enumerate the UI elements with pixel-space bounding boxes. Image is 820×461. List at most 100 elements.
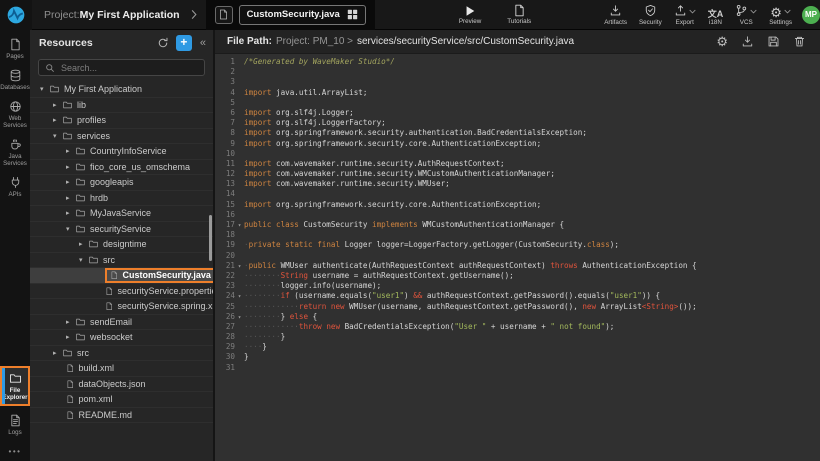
- tree-item-myjavaservice[interactable]: ▸ MyJavaService: [30, 206, 213, 222]
- arrow-expanded-icon[interactable]: ▾: [79, 256, 88, 264]
- arrow-collapsed-icon[interactable]: ▸: [66, 178, 75, 186]
- tree-item-src[interactable]: ▸src: [30, 346, 213, 362]
- code-token: org.springframework.security.core.Authen…: [271, 139, 541, 148]
- tree-item-securityservice[interactable]: ▾securityService: [30, 222, 213, 238]
- tree-item-websocket[interactable]: ▸websocket: [30, 330, 213, 346]
- arrow-collapsed-icon[interactable]: ▸: [53, 116, 62, 124]
- tree-item-label: MyJavaService: [90, 208, 151, 218]
- resources-scrollbar[interactable]: [209, 215, 212, 261]
- fold-marker-icon[interactable]: ▾: [235, 292, 244, 302]
- arrow-collapsed-icon[interactable]: ▸: [66, 318, 75, 326]
- grid-icon[interactable]: [347, 9, 358, 20]
- code-line: 24▾········if (username.equals("user1") …: [218, 291, 820, 301]
- trash-icon[interactable]: [793, 35, 806, 48]
- topbar-action-artifacts[interactable]: Artifacts: [604, 4, 627, 26]
- tree-item-readme-md[interactable]: README.md: [30, 408, 213, 424]
- arrow-collapsed-icon[interactable]: ▸: [66, 333, 75, 341]
- code-line: 2: [218, 67, 820, 77]
- shield-icon: [644, 4, 657, 17]
- sidebar-item-java-services[interactable]: Java Services: [0, 134, 30, 170]
- arrow-collapsed-icon[interactable]: ▸: [66, 163, 75, 171]
- topbar-action-settings[interactable]: ⚙Settings: [769, 4, 792, 26]
- arrow-expanded-icon[interactable]: ▾: [66, 225, 75, 233]
- arrow-collapsed-icon[interactable]: ▸: [79, 240, 88, 248]
- topbar-action-vcs[interactable]: VCS: [735, 4, 757, 26]
- code-token: "User ": [454, 322, 486, 331]
- topbar-action-i18n[interactable]: 文Ai18N: [708, 4, 724, 26]
- tree-item-build-xml[interactable]: build.xml: [30, 361, 213, 377]
- preview-button[interactable]: Preview: [459, 5, 481, 25]
- tree-item-designtime[interactable]: ▸designtime: [30, 237, 213, 253]
- line-number: 9: [218, 139, 235, 149]
- more-menu-button[interactable]: •••: [0, 441, 30, 461]
- top-bar: Project:My First Application CustomSecur…: [0, 0, 820, 30]
- apis-label: APIs: [8, 191, 21, 198]
- coffee-icon: [9, 138, 22, 151]
- export-label: Export: [676, 19, 694, 26]
- rail-top-group: PagesDatabasesWeb ServicesJava Services A…: [0, 34, 30, 203]
- tutorials-button[interactable]: Tutorials: [507, 4, 531, 25]
- arrow-collapsed-icon[interactable]: ▸: [53, 349, 62, 357]
- collapse-panel-icon[interactable]: «: [199, 37, 207, 49]
- user-avatar[interactable]: MP: [802, 6, 820, 24]
- code-line: 25 ············return new WMUser(usernam…: [218, 302, 820, 312]
- code-token: AuthenticationException {: [578, 261, 697, 270]
- code-text: ····}: [244, 342, 267, 351]
- tree-item-content: fico_core_us_omschema: [75, 162, 190, 172]
- save-icon[interactable]: [767, 35, 780, 48]
- play-icon: [464, 5, 476, 17]
- arrow-expanded-icon[interactable]: ▾: [40, 85, 49, 93]
- tree-item-src[interactable]: ▾src: [30, 253, 213, 269]
- gear-icon[interactable]: ⚙: [716, 35, 728, 48]
- tree-item-content: securityService.properties: [105, 286, 213, 297]
- tab-customsecurity-java[interactable]: CustomSecurity.java: [239, 5, 366, 25]
- import-icon[interactable]: [741, 35, 754, 48]
- tree-item-customsecurity-java[interactable]: CustomSecurity.java: [30, 268, 213, 284]
- code-line: 30 }: [218, 352, 820, 362]
- refresh-icon[interactable]: [157, 37, 169, 49]
- arrow-collapsed-icon[interactable]: ▸: [53, 101, 62, 109]
- indent-whitespace: ············: [244, 322, 299, 331]
- tree-item-hrdb[interactable]: ▸hrdb: [30, 191, 213, 207]
- arrow-expanded-icon[interactable]: ▾: [53, 132, 62, 140]
- code-text: }: [244, 352, 249, 361]
- sidebar-item-databases[interactable]: Databases: [0, 65, 30, 94]
- sidebar-item-pages[interactable]: Pages: [0, 34, 30, 63]
- code-area[interactable]: 1 /*Generated by WaveMaker Studio*/2 3 4…: [215, 54, 820, 461]
- sidebar-item-web-services[interactable]: Web Services: [0, 96, 30, 132]
- sidebar-item-logs[interactable]: Logs: [0, 410, 30, 439]
- sidebar-item-apis[interactable]: APIs: [0, 172, 30, 201]
- project-name[interactable]: My First Application: [80, 9, 180, 21]
- line-number: 15: [218, 200, 235, 210]
- tree-item-content: README.md: [66, 410, 132, 421]
- tree-item-my-first-application[interactable]: ▾My First Application: [30, 82, 213, 98]
- tree-item-googleapis[interactable]: ▸googleapis: [30, 175, 213, 191]
- tree-item-fico-core-us-omschema[interactable]: ▸fico_core_us_omschema: [30, 160, 213, 176]
- add-resource-button[interactable]: +: [176, 35, 192, 51]
- tree-item-lib[interactable]: ▸lib: [30, 98, 213, 114]
- plug-icon: [9, 176, 22, 189]
- file-tab-icon[interactable]: [215, 6, 233, 24]
- arrow-collapsed-icon[interactable]: ▸: [66, 209, 75, 217]
- folder-tree-icon: [88, 255, 99, 265]
- arrow-collapsed-icon[interactable]: ▸: [66, 194, 75, 202]
- tree-item-pom-xml[interactable]: pom.xml: [30, 392, 213, 408]
- code-text: ·private static final Logger logger=Logg…: [244, 240, 619, 249]
- code-token: logger.info(username);: [281, 281, 382, 290]
- folder-tree-icon: [62, 115, 73, 125]
- topbar-action-export[interactable]: Export: [674, 4, 696, 26]
- tree-item-securityservice-spring-xml[interactable]: securityService.spring.xml: [30, 299, 213, 315]
- tree-item-securityservice-properties[interactable]: securityService.properties: [30, 284, 213, 300]
- search-input[interactable]: [59, 62, 198, 74]
- topbar-action-security[interactable]: Security: [639, 4, 662, 26]
- tree-item-countryinfoservice[interactable]: ▸CountryInfoService: [30, 144, 213, 160]
- wavemaker-logo[interactable]: [0, 0, 32, 30]
- tree-item-profiles[interactable]: ▸profiles: [30, 113, 213, 129]
- tree-item-sendemail[interactable]: ▸sendEmail: [30, 315, 213, 331]
- arrow-collapsed-icon[interactable]: ▸: [66, 147, 75, 155]
- folder-tree-icon: [75, 177, 86, 187]
- tree-item-dataobjects-json[interactable]: dataObjects.json: [30, 377, 213, 393]
- code-token: static: [285, 240, 312, 249]
- sidebar-item-file-explorer[interactable]: File Explorer: [0, 366, 30, 406]
- tree-item-services[interactable]: ▾services: [30, 129, 213, 145]
